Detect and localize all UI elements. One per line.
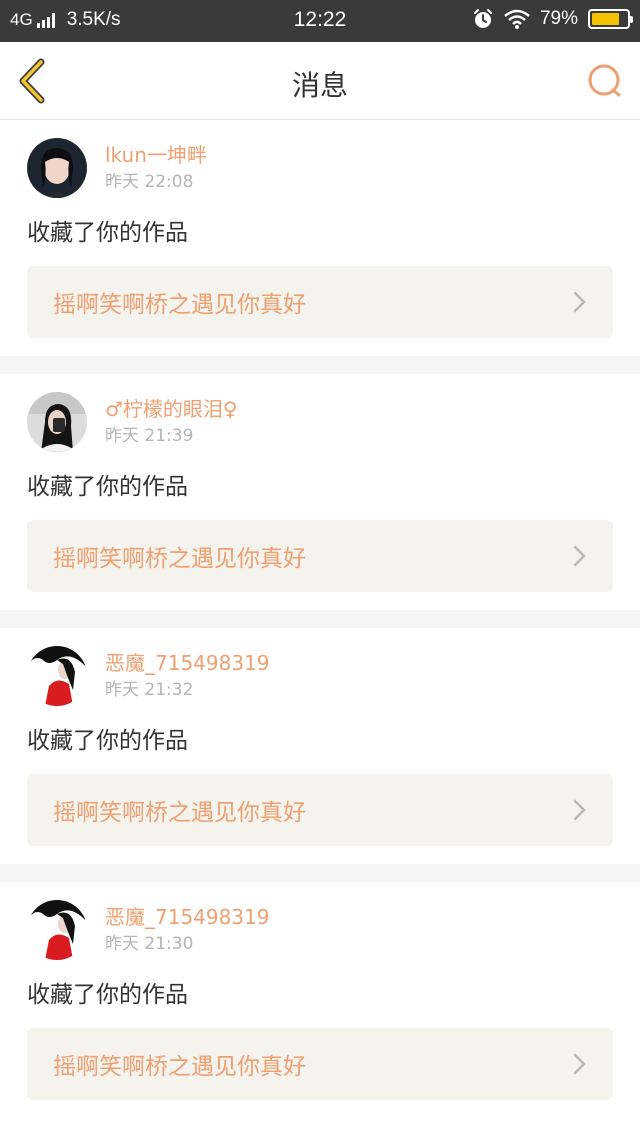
avatar[interactable] [27,900,87,960]
avatar-image [27,646,87,706]
message-meta: 恶魔_715498319 昨天 21:32 [105,650,270,702]
message-header: 恶魔_715498319 昨天 21:32 [27,644,613,708]
work-card[interactable]: 摇啊笑啊桥之遇见你真好 [27,1028,613,1100]
nav-bar: 消息 [0,42,640,120]
work-card[interactable]: 摇啊笑啊桥之遇见你真好 [27,266,613,338]
message-text: 收藏了你的作品 [27,220,188,246]
wifi-icon [504,9,530,29]
username[interactable]: lkun一坤畔 [105,142,207,168]
username[interactable]: 恶魔_715498319 [105,650,270,676]
message-meta: 恶魔_715498319 昨天 21:30 [105,904,270,956]
message-item: 恶魔_715498319 昨天 21:30 收藏了你的作品 摇啊笑啊桥之遇见你真… [0,882,640,1118]
message-text: 收藏了你的作品 [27,982,188,1008]
avatar-image [27,900,87,960]
chevron-right-icon [573,291,586,313]
page-title: 消息 [291,69,348,102]
message-header: ♂柠檬的眼泪♀ 昨天 21:39 [27,390,613,454]
avatar[interactable] [27,646,87,706]
status-bar: 4G 3.5K/s 12:22 79% [0,0,640,42]
work-title: 摇啊笑啊桥之遇见你真好 [53,292,306,318]
work-card[interactable]: 摇啊笑啊桥之遇见你真好 [27,520,613,592]
timestamp: 昨天 21:30 [105,934,194,954]
avatar[interactable] [27,138,87,198]
work-card[interactable]: 摇啊笑啊桥之遇见你真好 [27,774,613,846]
message-header: lkun一坤畔 昨天 22:08 [27,136,613,200]
avatar[interactable] [27,392,87,452]
divider [0,864,640,882]
chevron-right-icon [573,799,586,821]
work-title: 摇啊笑啊桥之遇见你真好 [53,800,306,826]
chevron-right-icon [573,1053,586,1075]
timestamp: 昨天 22:08 [105,172,194,192]
divider [0,610,640,628]
battery-fill [592,13,619,25]
battery-percent: 79% [539,8,578,29]
message-item: 恶魔_715498319 昨天 21:32 收藏了你的作品 摇啊笑啊桥之遇见你真… [0,628,640,864]
message-item: ♂柠檬的眼泪♀ 昨天 21:39 收藏了你的作品 摇啊笑啊桥之遇见你真好 [0,374,640,610]
search-button[interactable] [586,62,624,100]
status-right: 79% [472,8,633,30]
username[interactable]: ♂柠檬的眼泪♀ [105,396,238,422]
message-list: lkun一坤畔 昨天 22:08 收藏了你的作品 摇啊笑啊桥之遇见你真好 ♂柠檬… [0,120,640,1118]
message-text: 收藏了你的作品 [27,474,188,500]
message-text: 收藏了你的作品 [27,728,188,754]
battery-icon [588,9,633,29]
message-header: 恶魔_715498319 昨天 21:30 [27,898,613,962]
divider [0,356,640,374]
avatar-image [27,138,87,198]
avatar-image [27,392,87,452]
chevron-right-icon [573,545,586,567]
timestamp: 昨天 21:39 [105,426,194,446]
message-item: lkun一坤畔 昨天 22:08 收藏了你的作品 摇啊笑啊桥之遇见你真好 [0,120,640,356]
timestamp: 昨天 21:32 [105,680,194,700]
message-meta: ♂柠檬的眼泪♀ 昨天 21:39 [105,396,238,448]
work-title: 摇啊笑啊桥之遇见你真好 [53,1054,306,1080]
alarm-icon [473,9,492,28]
message-meta: lkun一坤畔 昨天 22:08 [105,142,207,194]
search-icon [588,64,621,97]
work-title: 摇啊笑啊桥之遇见你真好 [53,546,306,572]
username[interactable]: 恶魔_715498319 [105,904,270,930]
